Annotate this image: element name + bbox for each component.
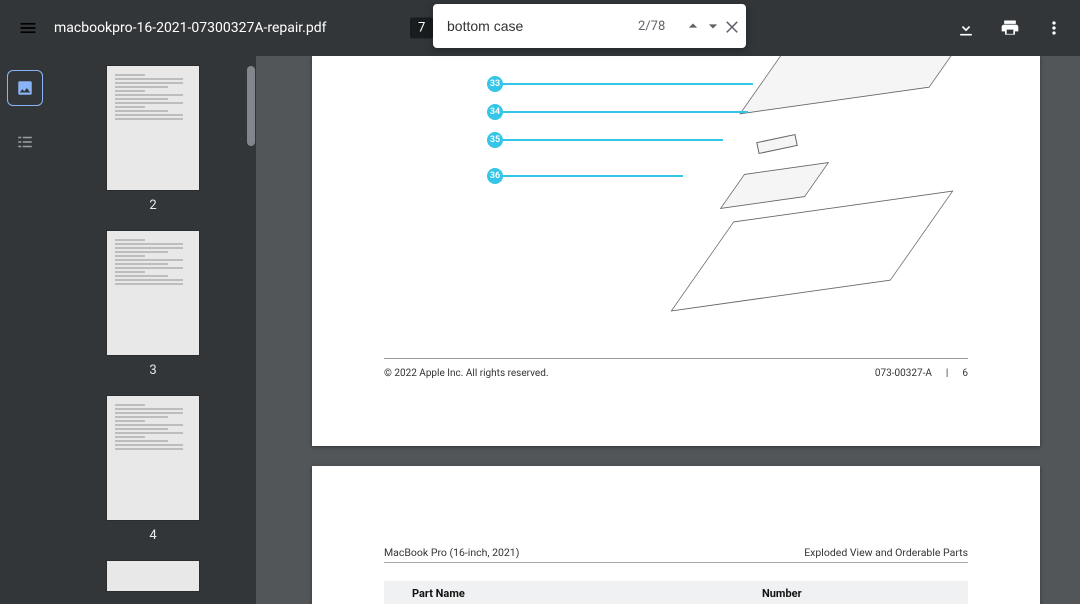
document-filename: macbookpro-16-2021-07300327A-repair.pdf (54, 20, 327, 36)
pdf-page-6: 33 34 35 36 (312, 56, 1040, 446)
find-result-count: 2/78 (628, 19, 675, 34)
outline-tab[interactable] (7, 124, 43, 160)
col-number: Number (758, 581, 968, 604)
thumbnail-label: 4 (149, 528, 156, 543)
thumbnail-label: 3 (149, 363, 156, 378)
thumbnails-tab[interactable] (7, 70, 43, 106)
menu-button[interactable] (8, 8, 48, 48)
callout-bubble: 34 (487, 104, 503, 120)
download-button[interactable] (946, 8, 986, 48)
print-button[interactable] (990, 8, 1030, 48)
parts-table: Part Name Number 1.Bottom case923-06750,… (384, 581, 968, 604)
more-options-button[interactable] (1034, 8, 1074, 48)
col-part-name: Part Name (408, 581, 758, 604)
copyright-text: © 2022 Apple Inc. All rights reserved. (384, 368, 548, 379)
sidebar-tabs (0, 56, 50, 604)
find-next-button[interactable] (703, 10, 723, 42)
current-page-badge[interactable]: 7 (410, 18, 433, 39)
find-close-button[interactable] (723, 10, 741, 42)
find-bar: 2/78 (433, 4, 746, 48)
doc-number: 073-00327-A (875, 368, 932, 379)
footer-separator: | (946, 368, 948, 379)
page-header-left: MacBook Pro (16-inch, 2021) (384, 546, 519, 559)
callout-bubble: 35 (487, 132, 503, 148)
callout-bubble: 36 (487, 168, 503, 184)
exploded-diagram: 33 34 35 36 (482, 56, 942, 356)
thumbnail-page[interactable] (107, 396, 199, 520)
pdf-page-7: MacBook Pro (16-inch, 2021) Exploded Vie… (312, 466, 1040, 604)
thumbnail-page[interactable] (107, 561, 199, 591)
page-header-right: Exploded View and Orderable Parts (804, 546, 968, 559)
page-viewport[interactable]: 33 34 35 36 (256, 56, 1080, 604)
page-number: 6 (962, 368, 968, 379)
find-input[interactable] (447, 18, 628, 34)
thumbnail-page[interactable] (107, 231, 199, 355)
thumbnail-page[interactable] (107, 66, 199, 190)
thumbnail-panel: 2 3 4 (50, 56, 256, 604)
callout-bubble: 33 (487, 76, 503, 92)
thumbnail-scrollbar[interactable] (247, 66, 255, 146)
thumbnail-label: 2 (149, 198, 156, 213)
find-prev-button[interactable] (683, 10, 703, 42)
